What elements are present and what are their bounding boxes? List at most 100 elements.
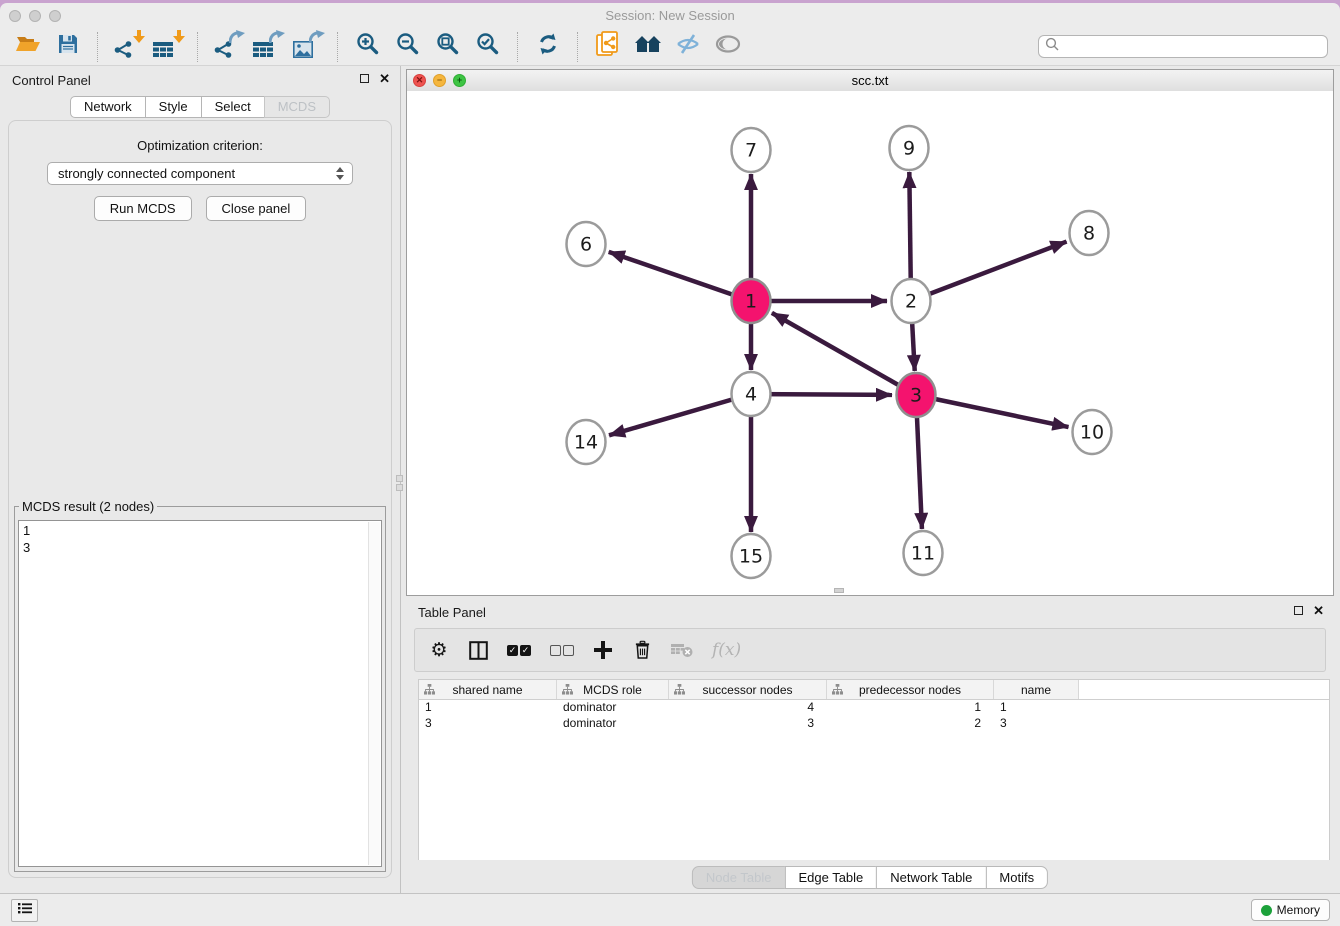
toolbar-separator (337, 32, 339, 62)
node-label-11: 11 (911, 543, 935, 565)
import-table-button[interactable] (153, 31, 183, 63)
memory-button[interactable]: Memory (1251, 899, 1330, 921)
select-all-checkboxes-button[interactable]: ✓✓ (507, 645, 531, 656)
delete-table-button[interactable] (671, 643, 693, 658)
dropdown-spinner-icon (336, 167, 344, 180)
zoom-selected-icon (476, 32, 500, 61)
import-table-icon (153, 31, 183, 63)
close-panel-icon[interactable]: ✕ (379, 73, 390, 84)
criterion-dropdown-value: strongly connected component (58, 166, 336, 181)
table-cell[interactable]: 4 (669, 700, 827, 714)
tab-select[interactable]: Select (201, 96, 265, 118)
close-panel-button[interactable]: Close panel (206, 196, 307, 221)
table-row[interactable]: 1dominator411 (419, 699, 1329, 715)
hide-selected-button[interactable] (673, 31, 703, 63)
column-header-successor-nodes[interactable]: successor nodes (669, 680, 827, 699)
network-window-titlebar[interactable]: ✕ − + scc.txt (407, 70, 1333, 92)
table-cell[interactable]: dominator (557, 700, 669, 714)
edge-4-14[interactable] (609, 394, 751, 435)
open-network-file-button[interactable] (593, 31, 623, 63)
window-title: Session: New Session (0, 8, 1340, 23)
screen: Session: New Session (0, 0, 1340, 926)
column-header-mcds-role[interactable]: MCDS role (557, 680, 669, 699)
column-header-shared-name[interactable]: shared name (419, 680, 557, 699)
open-folder-icon (15, 33, 41, 60)
show-all-button[interactable] (713, 31, 743, 63)
eye-icon (715, 35, 741, 58)
node-label-4: 4 (745, 384, 757, 406)
panel-splitter-grip[interactable] (395, 475, 404, 497)
tab-mcds[interactable]: MCDS (264, 96, 330, 118)
edge-3-10[interactable] (916, 395, 1069, 427)
main-area: Control Panel ✕ NetworkStyleSelectMCDS O… (0, 66, 1340, 893)
network-canvas[interactable]: 7968124314101511 (407, 91, 1333, 595)
result-scrollbar[interactable] (368, 522, 380, 865)
save-session-button[interactable] (53, 31, 83, 63)
float-panel-icon[interactable] (360, 74, 369, 83)
table-cell[interactable]: 1 (994, 700, 1079, 714)
tab-motifs[interactable]: Motifs (985, 866, 1048, 889)
task-list-icon (17, 901, 33, 920)
task-history-button[interactable] (11, 899, 38, 922)
zoom-fit-button[interactable] (433, 31, 463, 63)
main-toolbar (0, 28, 1340, 66)
float-panel-icon[interactable] (1294, 606, 1303, 615)
table-cell[interactable]: 3 (669, 716, 827, 730)
edge-4-3[interactable] (751, 394, 892, 395)
edge-1-6[interactable] (609, 252, 751, 301)
node-label-6: 6 (580, 234, 592, 256)
edge-2-8[interactable] (911, 242, 1067, 301)
table-cell[interactable]: 3 (994, 716, 1079, 730)
delete-column-button[interactable] (632, 640, 652, 660)
node-label-10: 10 (1080, 422, 1104, 444)
tab-style[interactable]: Style (145, 96, 202, 118)
import-network-button[interactable] (113, 31, 143, 63)
export-network-button[interactable] (213, 31, 243, 63)
column-header-predecessor-nodes[interactable]: predecessor nodes (827, 680, 994, 699)
zoom-in-icon (356, 32, 380, 61)
open-session-button[interactable] (13, 31, 43, 63)
title-bar[interactable]: Session: New Session (0, 3, 1340, 28)
table-cell[interactable]: 1 (419, 700, 557, 714)
zoom-in-button[interactable] (353, 31, 383, 63)
node-label-9: 9 (903, 138, 915, 160)
tab-network[interactable]: Network (70, 96, 146, 118)
floppy-disk-icon (57, 33, 79, 60)
tab-node-table[interactable]: Node Table (692, 866, 786, 889)
add-column-button[interactable] (593, 641, 613, 659)
table-row[interactable]: 3dominator323 (419, 715, 1329, 731)
node-label-15: 15 (739, 546, 763, 568)
table-cell[interactable]: 3 (419, 716, 557, 730)
optimization-criterion-label: Optimization criterion: (9, 138, 391, 153)
search-icon (1045, 37, 1059, 56)
criterion-dropdown[interactable]: strongly connected component (47, 162, 353, 185)
tab-network-table[interactable]: Network Table (876, 866, 986, 889)
home-icon (635, 35, 662, 58)
zoom-out-button[interactable] (393, 31, 423, 63)
network-hscroll-handle[interactable] (834, 588, 844, 593)
deselect-all-checkboxes-button[interactable] (550, 645, 574, 656)
search-input[interactable] (1063, 39, 1327, 55)
node-label-1: 1 (745, 291, 757, 313)
table-cell[interactable]: 1 (827, 700, 994, 714)
tab-edge-table[interactable]: Edge Table (784, 866, 877, 889)
export-image-button[interactable] (293, 31, 323, 63)
apply-layout-button[interactable] (533, 31, 563, 63)
edge-3-1[interactable] (772, 313, 916, 395)
run-mcds-button[interactable]: Run MCDS (94, 196, 192, 221)
function-builder-button[interactable]: f(x) (712, 640, 741, 660)
home-button[interactable] (633, 31, 663, 63)
zoom-selected-button[interactable] (473, 31, 503, 63)
column-header-name[interactable]: name (994, 680, 1079, 699)
status-bar: Memory (0, 893, 1340, 926)
export-image-icon (293, 31, 323, 63)
split-view-button[interactable] (468, 641, 488, 660)
export-table-button[interactable] (253, 31, 283, 63)
table-cell[interactable]: dominator (557, 716, 669, 730)
column-settings-button[interactable]: ⚙ (429, 641, 449, 660)
control-panel-title: Control Panel (12, 73, 91, 88)
mcds-result-text[interactable]: 13 (19, 521, 381, 866)
memory-status-icon (1261, 905, 1272, 916)
table-cell[interactable]: 2 (827, 716, 994, 730)
close-panel-icon[interactable]: ✕ (1313, 605, 1324, 616)
